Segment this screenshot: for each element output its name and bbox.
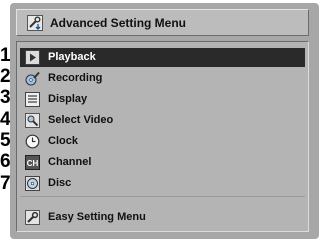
settings-menu: Playback Recording Display Select Video … bbox=[16, 41, 309, 232]
magnifier-icon bbox=[25, 113, 40, 128]
play-icon bbox=[25, 50, 40, 65]
title-bar: Advanced Setting Menu bbox=[16, 9, 309, 36]
menu-item-label: Disc bbox=[48, 177, 72, 189]
menu-divider bbox=[20, 196, 305, 197]
menu-item-channel[interactable]: CH Channel bbox=[20, 153, 305, 172]
wrench-icon bbox=[25, 210, 40, 225]
display-icon bbox=[25, 92, 40, 107]
menu-item-display[interactable]: Display bbox=[20, 90, 305, 109]
menu-item-clock[interactable]: Clock bbox=[20, 132, 305, 151]
menu-item-label: Channel bbox=[48, 156, 92, 168]
page-title: Advanced Setting Menu bbox=[50, 16, 187, 30]
menu-item-label: Recording bbox=[48, 72, 103, 84]
menu-item-label: Clock bbox=[48, 135, 78, 147]
menu-item-recording[interactable]: Recording bbox=[20, 69, 305, 88]
svg-text:CH: CH bbox=[27, 159, 39, 168]
menu-window: Advanced Setting Menu Playback Recording bbox=[10, 3, 319, 239]
menu-item-disc[interactable]: Disc bbox=[20, 174, 305, 193]
menu-item-easy-setting[interactable]: Easy Setting Menu bbox=[20, 208, 305, 227]
menu-item-label: Playback bbox=[48, 51, 96, 63]
disc-icon bbox=[25, 176, 40, 191]
menu-item-label: Select Video bbox=[48, 114, 114, 126]
disc-pen-icon bbox=[25, 71, 40, 86]
ch-icon: CH bbox=[25, 155, 40, 170]
menu-item-playback[interactable]: Playback bbox=[20, 48, 305, 67]
wrench-arrow-icon bbox=[27, 15, 43, 31]
clock-icon bbox=[25, 134, 40, 149]
menu-item-select-video[interactable]: Select Video bbox=[20, 111, 305, 130]
menu-item-label: Display bbox=[48, 93, 88, 105]
menu-item-label: Easy Setting Menu bbox=[48, 211, 146, 223]
